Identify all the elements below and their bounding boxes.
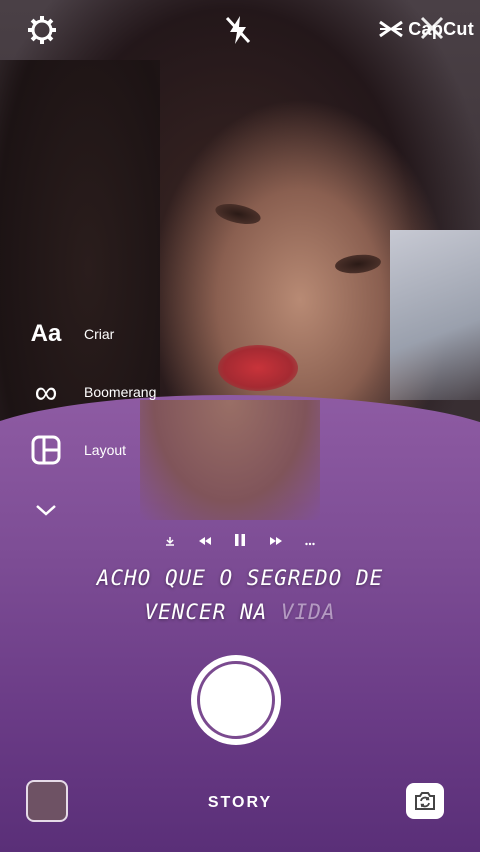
capture-button[interactable] <box>191 655 281 745</box>
previous-icon[interactable] <box>198 535 212 549</box>
chevron-down-icon <box>28 492 64 528</box>
tool-layout[interactable]: Layout <box>28 432 126 468</box>
infinity-icon: ∞ <box>34 374 58 410</box>
tool-boomerang-label: Boomerang <box>84 384 157 400</box>
gear-icon <box>28 16 56 44</box>
text-create-icon: Aa <box>30 320 62 347</box>
lyrics-overlay: ACHO QUE O SEGREDO DE VENCER NA VIDA <box>0 566 480 634</box>
flip-camera-icon <box>415 792 435 810</box>
flash-off-icon <box>225 16 251 44</box>
lyrics-line-2-active: VENCER NA <box>144 600 281 624</box>
tool-boomerang[interactable]: ∞ Boomerang <box>28 374 157 410</box>
close-button[interactable] <box>414 10 450 46</box>
preview-window-light <box>390 230 480 400</box>
lyrics-line-2: VENCER NA VIDA <box>0 600 480 624</box>
flip-camera-button[interactable] <box>406 783 444 819</box>
tool-layout-label: Layout <box>84 442 127 458</box>
settings-button[interactable] <box>24 12 60 48</box>
music-controls <box>165 533 315 550</box>
close-icon <box>420 16 444 40</box>
pause-icon[interactable] <box>234 533 246 550</box>
preview-eye-right <box>334 252 382 276</box>
lyrics-line-1: ACHO QUE O SEGREDO DE <box>96 566 384 590</box>
next-icon[interactable] <box>269 535 283 549</box>
tool-criar[interactable]: Aa Criar <box>28 316 115 352</box>
more-icon[interactable] <box>305 535 315 549</box>
layout-icon <box>28 432 64 468</box>
capture-button-inner <box>197 661 275 739</box>
preview-neck <box>140 400 320 520</box>
preview-eye-left <box>213 200 263 228</box>
capcut-logo-icon <box>379 20 404 38</box>
preview-lips <box>218 345 298 391</box>
lyrics-line-2-upcoming: VIDA <box>280 600 336 624</box>
expand-tools-button[interactable] <box>28 492 84 528</box>
tool-criar-label: Criar <box>84 326 115 342</box>
flash-toggle-button[interactable] <box>220 12 256 48</box>
download-icon[interactable] <box>165 535 175 549</box>
